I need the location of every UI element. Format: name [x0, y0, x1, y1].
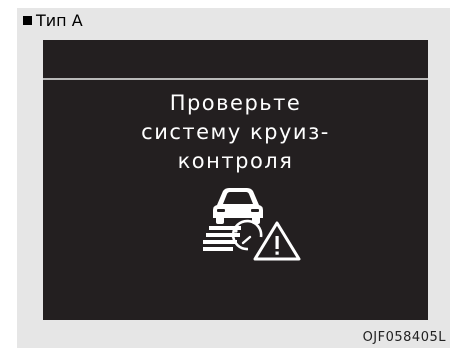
message-line-3: контроля	[177, 149, 294, 173]
type-header: Тип А	[22, 11, 83, 30]
display-divider	[43, 78, 428, 80]
cluster-display: Проверьте систему круиз- контроля	[43, 40, 428, 320]
type-label: Тип А	[36, 11, 83, 30]
warning-message: Проверьте систему круиз- контроля	[43, 89, 428, 176]
message-line-1: Проверьте	[169, 91, 302, 115]
cruise-control-warning-icon	[203, 185, 303, 261]
message-line-2: систему круиз-	[141, 120, 330, 144]
square-bullet-icon	[23, 16, 32, 25]
figure-code: OJF058405L	[362, 330, 446, 345]
